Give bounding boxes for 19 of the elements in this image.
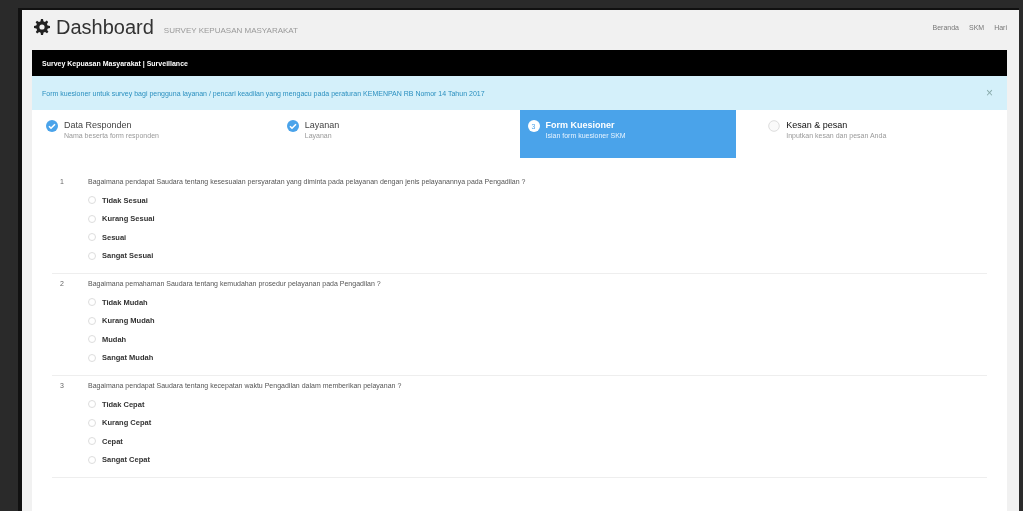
step-title: Layanan	[304, 120, 340, 130]
radio-button[interactable]	[88, 455, 96, 464]
step-title: Kesan & pesan	[786, 120, 849, 130]
radio-button[interactable]	[88, 437, 96, 446]
radio-button[interactable]	[88, 214, 96, 223]
gear-icon	[34, 19, 50, 35]
page-subtitle: SURVEY KEPUASAN MASYARAKAT	[163, 25, 298, 35]
radio-button[interactable]	[88, 335, 96, 344]
radio-button[interactable]	[88, 400, 96, 409]
radio-button[interactable]	[88, 316, 96, 325]
radio-button[interactable]	[88, 418, 96, 427]
step-title: Data Responden	[64, 120, 133, 130]
page-title: Dashboard	[56, 15, 154, 39]
radio-button[interactable]	[88, 233, 96, 242]
radio-button[interactable]	[88, 196, 96, 205]
radio-button[interactable]	[88, 353, 96, 362]
radio-button[interactable]	[88, 298, 96, 307]
step-title: Form Kuesioner	[545, 120, 616, 130]
radio-button[interactable]	[88, 251, 96, 260]
